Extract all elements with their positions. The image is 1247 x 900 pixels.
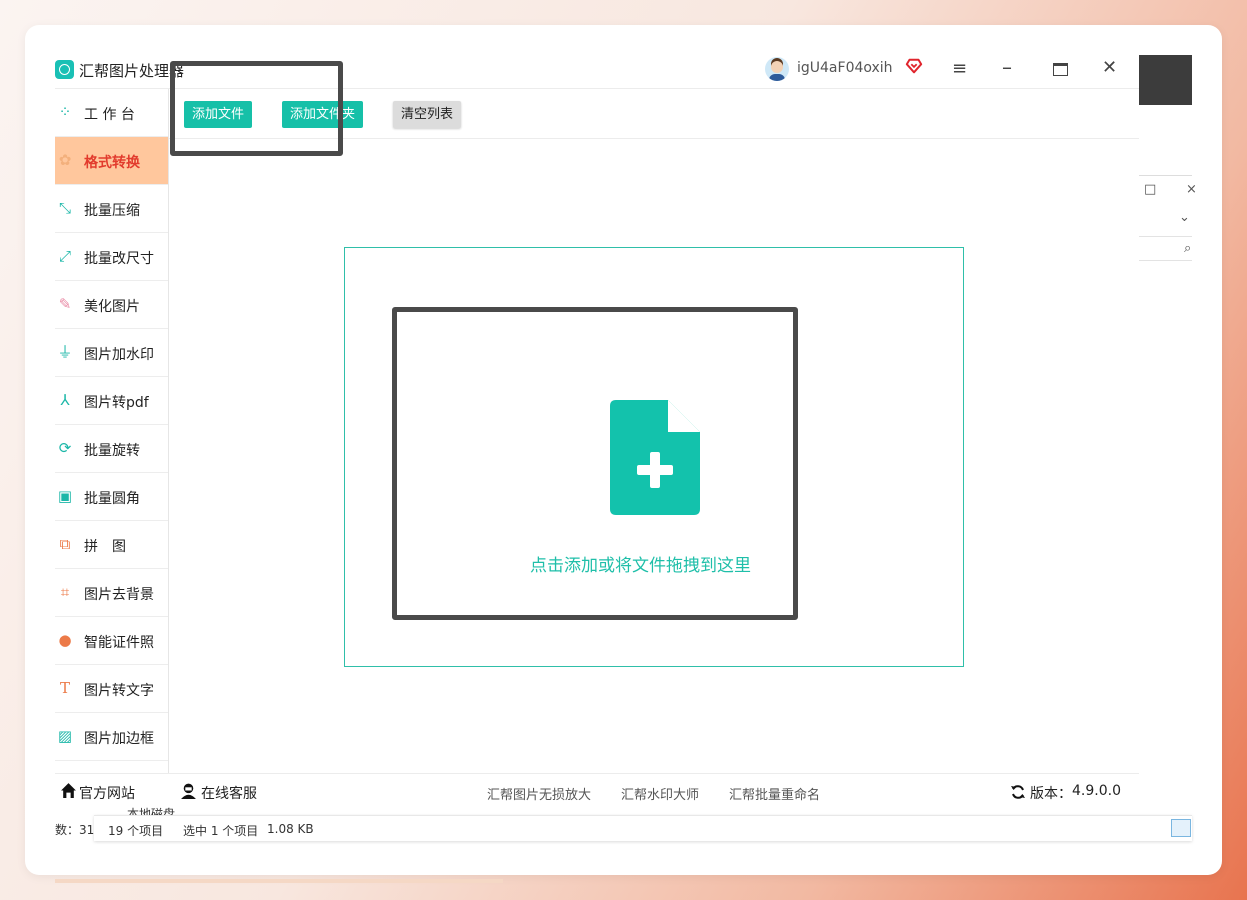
- sidebar-item-id-photo[interactable]: ● 智能证件照: [55, 617, 168, 665]
- sidebar-item-round-corner[interactable]: ▣ 批量圆角: [55, 473, 168, 521]
- background-maximize-icon: □: [1144, 182, 1157, 197]
- sidebar-item-watermark[interactable]: ⏚ 图片加水印: [55, 329, 168, 377]
- sidebar-item-batch-rotate[interactable]: ⟳ 批量旋转: [55, 425, 168, 473]
- frame-icon: ▨: [57, 727, 73, 745]
- sidebar-item-to-pdf[interactable]: ⅄ 图片转pdf: [55, 377, 168, 425]
- watermark-icon: ⏚: [57, 343, 73, 361]
- vip-diamond-icon[interactable]: [905, 57, 923, 75]
- app-title: 汇帮图片处理器: [79, 62, 185, 80]
- grid-icon: ⁘: [58, 103, 72, 121]
- convert-icon: ✿: [58, 151, 72, 169]
- background-search-icon: ⌕: [1184, 241, 1192, 256]
- beautify-icon: ✎: [58, 295, 72, 313]
- sidebar-item-batch-resize[interactable]: ⤢ 批量改尺寸: [55, 233, 168, 281]
- home-icon[interactable]: [60, 782, 77, 799]
- pdf-icon: ⅄: [60, 391, 70, 409]
- sidebar-item-label: 图片转文字: [84, 683, 154, 699]
- crop-icon: ⌗: [60, 583, 70, 601]
- sidebar-item-label: 工 作 台: [84, 107, 135, 123]
- customer-service-icon[interactable]: [180, 782, 197, 799]
- footer-bar: 官方网站 在线客服 汇帮图片无损放大 汇帮水印大师 汇帮批量重命名 版本： 4.…: [55, 773, 1139, 820]
- highlight-box-dropzone: [392, 307, 798, 620]
- background-window-titlebar: [1139, 55, 1192, 105]
- footer-link-rename[interactable]: 汇帮批量重命名: [729, 784, 820, 803]
- version-label: 版本：: [1030, 786, 1072, 802]
- id-photo-icon: ●: [58, 631, 72, 649]
- app-logo-icon: [55, 60, 74, 79]
- version-number: 4.9.0.0: [1072, 783, 1121, 799]
- sidebar-item-label: 图片转pdf: [84, 395, 149, 411]
- minimize-icon[interactable]: –: [1002, 55, 1012, 79]
- sidebar-item-label: 批量改尺寸: [84, 251, 154, 267]
- sidebar-item-add-frame[interactable]: ▨ 图片加边框: [55, 713, 168, 761]
- sidebar-item-beautify[interactable]: ✎ 美化图片: [55, 281, 168, 329]
- clear-list-button[interactable]: 清空列表: [393, 101, 462, 128]
- sidebar-item-remove-background[interactable]: ⌗ 图片去背景: [55, 569, 168, 617]
- taskbar-fragment: [55, 879, 503, 883]
- close-icon[interactable]: ✕: [1102, 57, 1117, 78]
- text-icon: T: [59, 679, 70, 697]
- sidebar-item-label: 批量压缩: [84, 203, 140, 219]
- online-service-link[interactable]: 在线客服: [201, 783, 257, 803]
- background-close-icon: ×: [1186, 182, 1197, 197]
- sidebar-item-to-text[interactable]: T 图片转文字: [55, 665, 168, 713]
- sidebar-item-workbench[interactable]: ⁘ 工 作 台: [55, 89, 168, 137]
- refresh-icon[interactable]: [1010, 784, 1026, 800]
- sidebar-item-label: 批量圆角: [84, 491, 140, 507]
- highlight-box-toolbar: [170, 61, 343, 156]
- round-corner-icon: ▣: [57, 487, 73, 505]
- sidebar-item-label: 图片去背景: [84, 587, 154, 603]
- official-site-link[interactable]: 官方网站: [79, 783, 135, 803]
- footer-link-upscale[interactable]: 汇帮图片无损放大: [487, 784, 591, 803]
- sidebar-item-label: 批量旋转: [84, 443, 140, 459]
- explorer-status-bar: 19 个项目 选中 1 个项目 1.08 KB: [94, 815, 1192, 841]
- sidebar-item-format-convert[interactable]: ✿ 格式转换: [55, 137, 168, 185]
- footer-link-watermark[interactable]: 汇帮水印大师: [621, 784, 699, 803]
- sidebar-item-collage[interactable]: ⧉ 拼 图: [55, 521, 168, 569]
- sidebar-item-label: 拼 图: [84, 539, 126, 555]
- username[interactable]: igU4aF04oxih: [797, 60, 893, 76]
- sidebar-item-batch-compress[interactable]: ⤡ 批量压缩: [55, 185, 168, 233]
- explorer-item-count: 19 个项目: [108, 824, 164, 838]
- rotate-icon: ⟳: [58, 439, 72, 457]
- resize-icon: ⤢: [58, 247, 71, 265]
- sidebar-item-label: 格式转换: [84, 155, 140, 171]
- background-chevron-down-icon: ⌄: [1179, 210, 1190, 225]
- sidebar-item-label: 图片加边框: [84, 731, 154, 747]
- sidebar: ⁘ 工 作 台 ✿ 格式转换 ⤡ 批量压缩 ⤢ 批量改尺寸 ✎ 美化图片 ⏚ 图…: [55, 89, 169, 773]
- sidebar-item-label: 美化图片: [84, 299, 140, 315]
- maximize-icon[interactable]: [1053, 63, 1068, 76]
- explorer-selected-size: 1.08 KB: [267, 822, 314, 836]
- sidebar-item-label: 图片加水印: [84, 347, 154, 363]
- avatar[interactable]: [765, 57, 789, 81]
- menu-icon[interactable]: ≡: [952, 58, 967, 79]
- compress-icon: ⤡: [58, 199, 71, 217]
- collage-icon: ⧉: [59, 535, 71, 553]
- explorer-selected-count: 选中 1 个项目: [183, 824, 259, 838]
- sidebar-item-label: 智能证件照: [84, 635, 154, 651]
- details-view-icon[interactable]: [1171, 819, 1191, 837]
- background-divider: [1139, 236, 1192, 237]
- app-window: 汇帮图片处理器 igU4aF04oxih ≡ – ✕ ⁘ 工 作 台 ✿ 格式转…: [55, 55, 1139, 820]
